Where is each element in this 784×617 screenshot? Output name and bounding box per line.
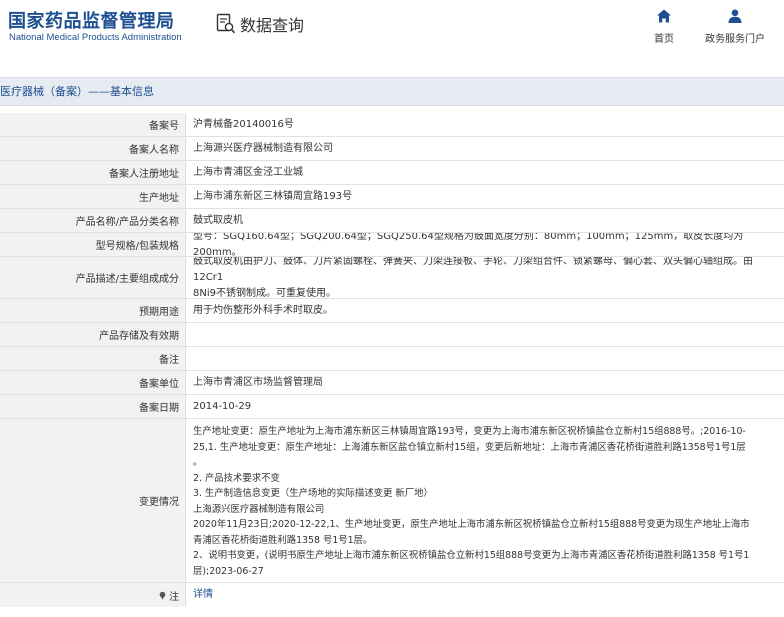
table-row-filer-name: 备案人名称 上海源兴医疗器械制造有限公司 [0, 137, 784, 161]
breadcrumb-bar: 医疗器械（备案）——基本信息 [0, 77, 784, 106]
table-row-product-name: 产品名称/产品分类名称 鼓式取皮机 [0, 209, 784, 233]
table-row-filer-address: 备案人注册地址 上海市青浦区金泾工业城 [0, 161, 784, 185]
row-label: 注 [0, 583, 186, 607]
logo-subtitle: National Medical Products Administration [9, 32, 182, 43]
row-value [186, 347, 784, 370]
search-document-icon [216, 13, 236, 34]
pin-icon [159, 591, 166, 600]
row-value: 详情 [186, 583, 784, 607]
table-row-remarks: 备注 [0, 347, 784, 371]
row-value: 鼓式取皮机由护刀、鼓体、刀片紧固螺栓、弹簧夹、刀架连接板、手轮、刀架组合件、锁紧… [193, 257, 753, 298]
row-label: 备案号 [0, 113, 186, 136]
table-row-record-date: 备案日期 2014-10-29 [0, 395, 784, 419]
nav-gov-service[interactable]: 政务服务门户 [700, 8, 770, 45]
breadcrumb: 医疗器械（备案）——基本信息 [0, 85, 154, 98]
row-value: 上海市青浦区金泾工业城 [193, 166, 303, 178]
row-value: 上海市青浦区市场监督管理局 [193, 376, 323, 388]
row-label: 备案人名称 [0, 137, 186, 160]
row-value: 用于灼伤整形外科手术时取皮。 [193, 304, 333, 316]
data-query-link[interactable]: 数据查询 [216, 12, 304, 36]
details-link[interactable]: 详情 [193, 587, 213, 603]
row-value: 沪青械备20140016号 [193, 118, 294, 130]
row-value: 型号：SGQ160.64型；SGQ200.64型；SGQ250.64型规格为鼓面… [193, 233, 744, 256]
nav-home[interactable]: 首页 [652, 8, 676, 45]
data-query-label: 数据查询 [240, 16, 305, 35]
nav-home-label: 首页 [654, 34, 674, 45]
table-row-record-unit: 备案单位 上海市青浦区市场监督管理局 [0, 371, 784, 395]
row-value: 鼓式取皮机 [193, 214, 243, 226]
row-value [186, 323, 784, 346]
table-row-production-address: 生产地址 上海市浦东新区三林镇周宜路193号 [0, 185, 784, 209]
table-row-description: 产品描述/主要组成成分 鼓式取皮机由护刀、鼓体、刀片紧固螺栓、弹簧夹、刀架连接板… [0, 257, 784, 299]
row-value: 上海源兴医疗器械制造有限公司 [193, 142, 333, 154]
logo-title[interactable]: 国家药品监督管理局 [8, 7, 175, 33]
table-row-record-number: 备案号 沪青械备20140016号 [0, 113, 784, 137]
table-row-change-history: 变更情况 生产地址变更：原生产地址为上海市浦东新区三林镇周宜路193号，变更为上… [0, 419, 784, 583]
row-label: 产品存储及有效期 [0, 323, 186, 346]
row-label-text: 注 [169, 591, 179, 603]
user-icon [728, 9, 742, 23]
row-label: 产品描述/主要组成成分 [0, 257, 186, 298]
row-label: 备案人注册地址 [0, 161, 186, 184]
nav-gov-service-label: 政务服务门户 [705, 34, 765, 45]
row-label: 预期用途 [0, 299, 186, 322]
row-value: 2014-10-29 [193, 400, 252, 412]
row-value: 生产地址变更：原生产地址为上海市浦东新区三林镇周宜路193号，变更为上海市浦东新… [193, 426, 750, 577]
row-label: 变更情况 [0, 419, 186, 582]
row-label: 备案日期 [0, 395, 186, 418]
row-label: 备案单位 [0, 371, 186, 394]
row-label: 型号规格/包装规格 [0, 233, 186, 256]
row-label: 产品名称/产品分类名称 [0, 209, 186, 232]
home-icon [657, 9, 671, 23]
table-row-storage-validity: 产品存储及有效期 [0, 323, 784, 347]
table-row-intended-use: 预期用途 用于灼伤整形外科手术时取皮。 [0, 299, 784, 323]
table-row-model-spec: 型号规格/包装规格 型号：SGQ160.64型；SGQ200.64型；SGQ25… [0, 233, 784, 257]
detail-table: 备案号 沪青械备20140016号 备案人名称 上海源兴医疗器械制造有限公司 备… [0, 113, 784, 607]
row-value: 上海市浦东新区三林镇周宜路193号 [193, 190, 353, 202]
row-label: 备注 [0, 347, 186, 370]
row-label: 生产地址 [0, 185, 186, 208]
site-header: 国家药品监督管理局 National Medical Products Admi… [0, 0, 784, 60]
table-row-note: 注 详情 [0, 583, 784, 607]
